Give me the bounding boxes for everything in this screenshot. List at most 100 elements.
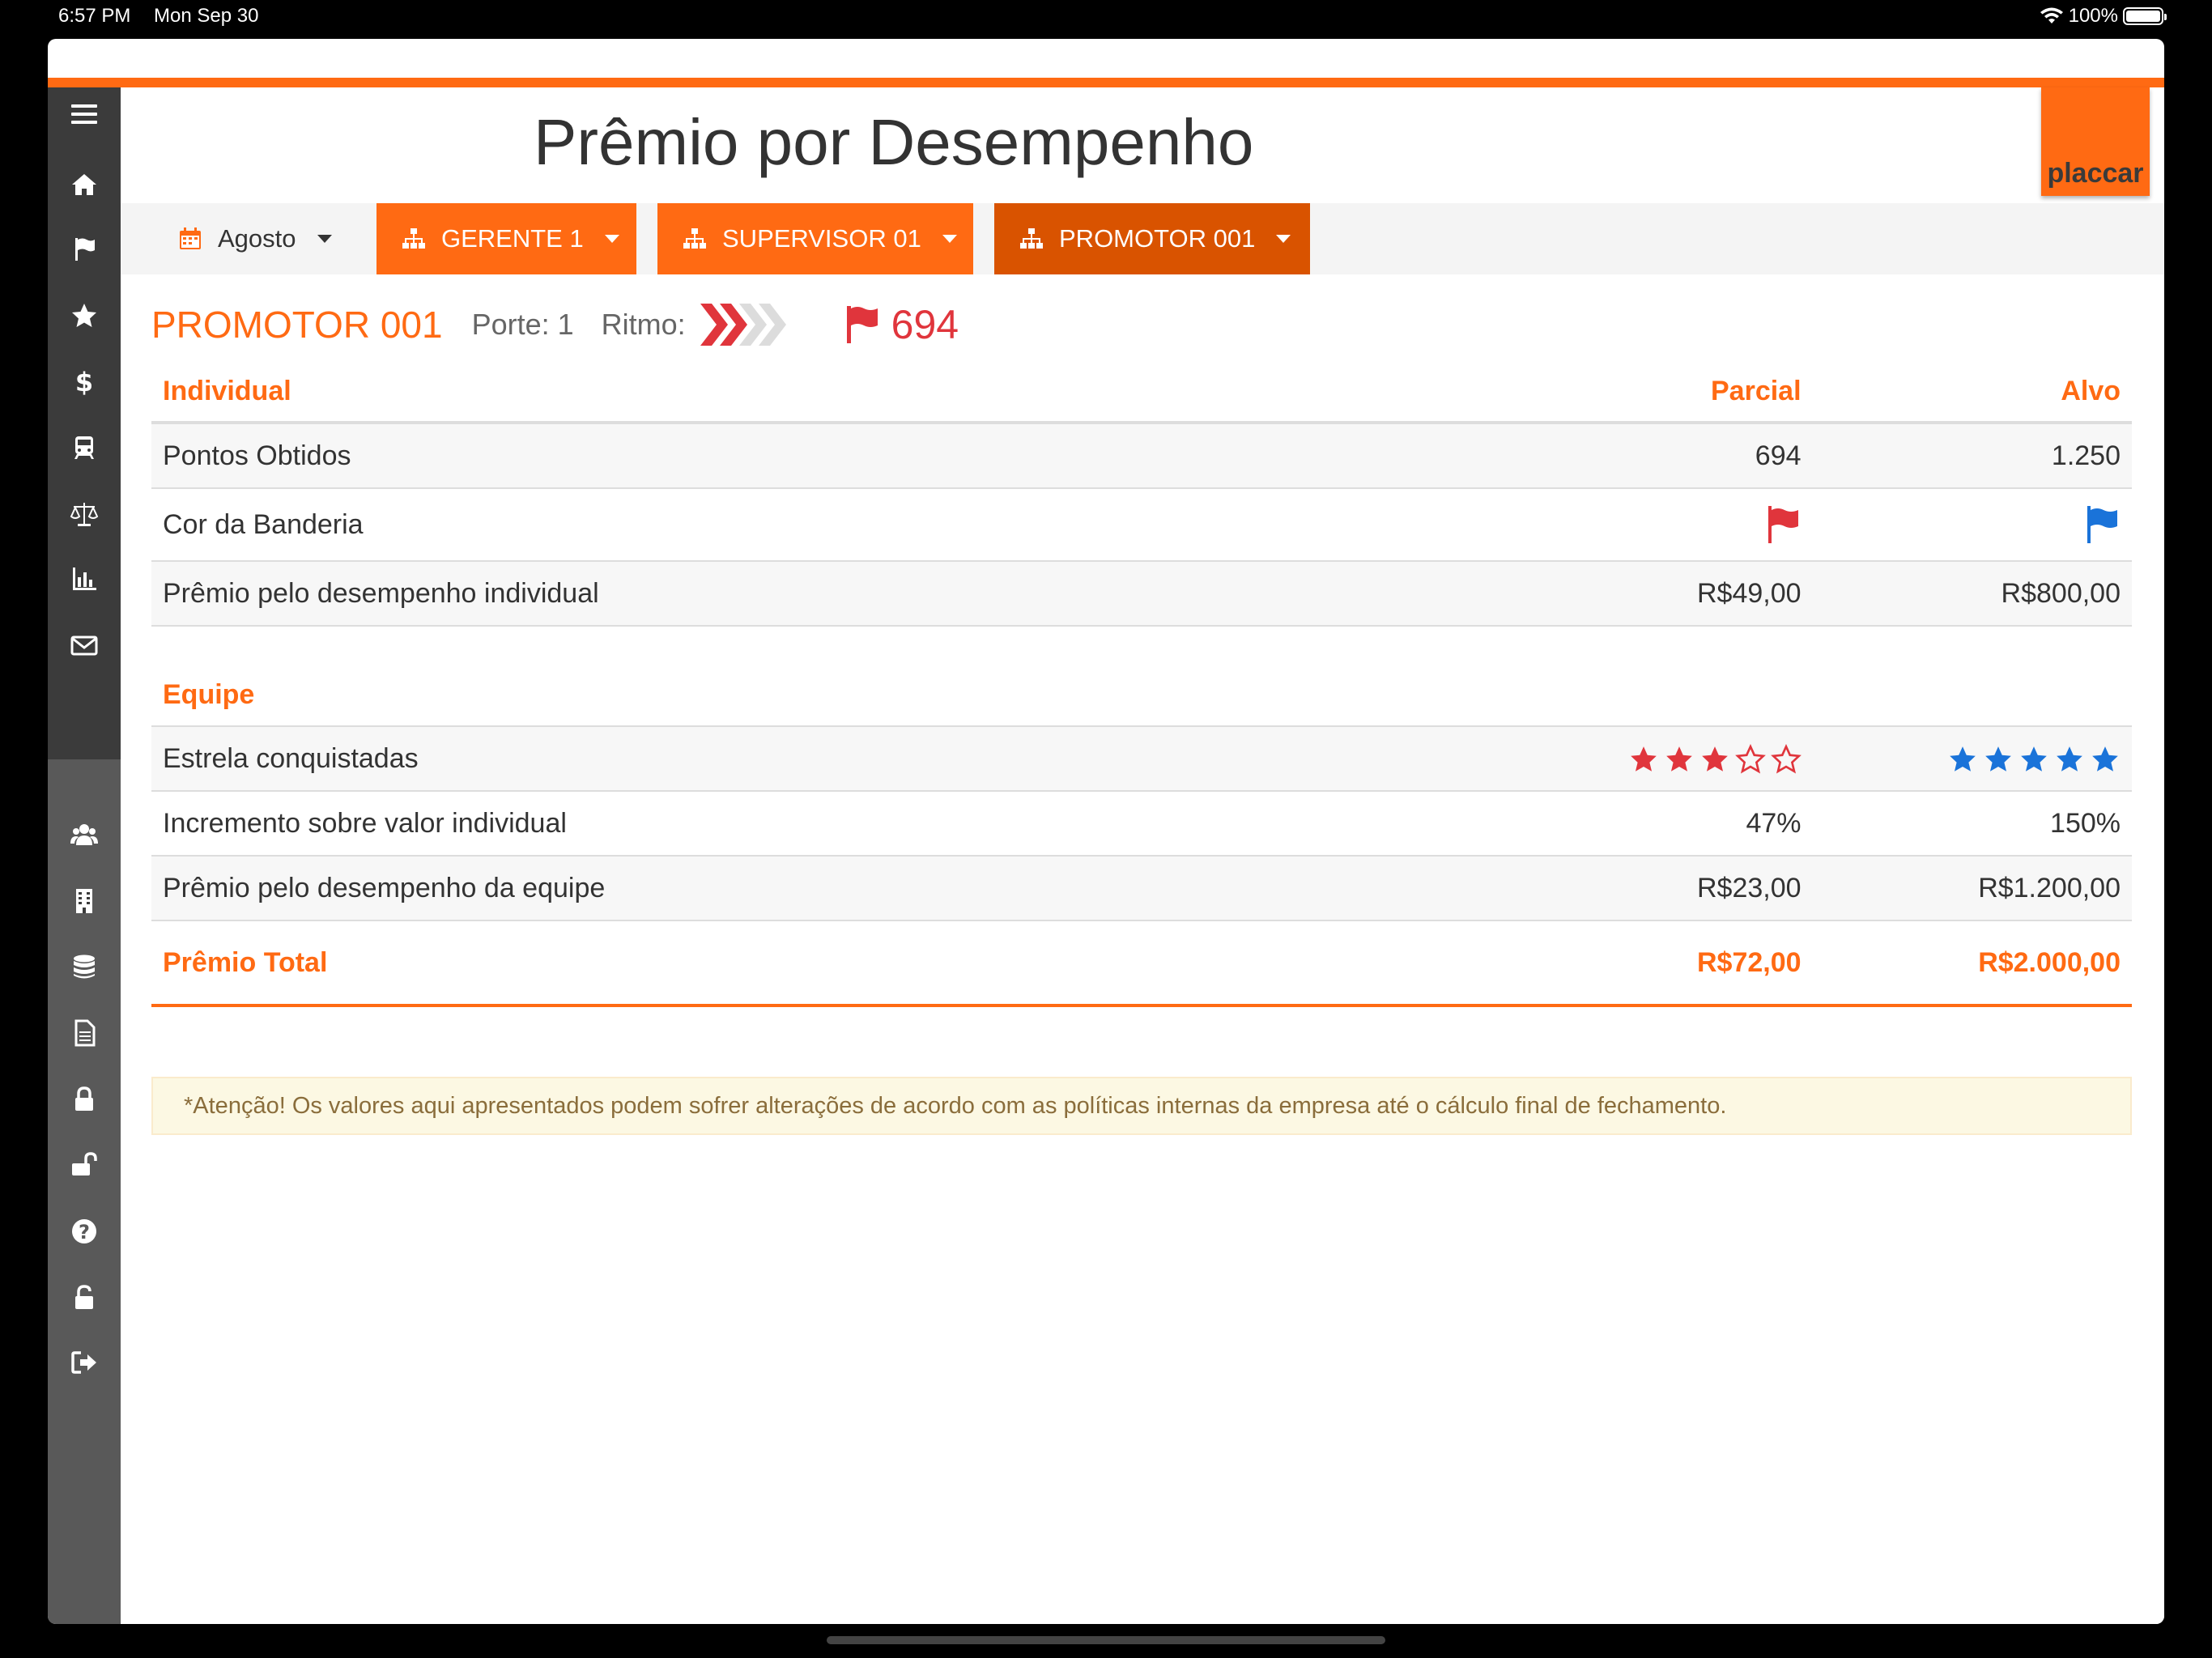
promoter-porte: Porte: 1 (471, 308, 574, 341)
row-label: Incremento sobre valor individual (151, 791, 1501, 857)
row-label: Cor da Banderia (151, 488, 1501, 562)
table-header-equipe: Equipe (151, 626, 2132, 727)
org-chart-icon (402, 228, 425, 249)
bar-chart-icon[interactable] (48, 555, 121, 603)
sidebar: $ ? (48, 87, 121, 1624)
table-total-row: Prêmio Total R$72,00 R$2.000,00 (151, 920, 2132, 1007)
filled-star-icon (2021, 746, 2047, 772)
table-row: Estrela conquistadas (151, 726, 2132, 792)
total-label: Prêmio Total (151, 920, 1501, 1007)
month-label: Agosto (218, 224, 296, 253)
row-alvo: R$800,00 (1812, 561, 2132, 627)
row-parcial: 694 (1500, 423, 1813, 489)
performance-table: Individual Parcial Alvo Pontos Obtidos 6… (151, 361, 2132, 1007)
row-parcial (1500, 488, 1813, 562)
row-alvo: 150% (1812, 791, 2132, 857)
table-row: Incremento sobre valor individual 47% 15… (151, 791, 2132, 857)
placcar-logo: placcar (2041, 87, 2150, 196)
table-header-individual: Individual Parcial Alvo (151, 361, 2132, 424)
row-parcial: R$23,00 (1500, 856, 1813, 921)
home-indicator[interactable] (827, 1636, 1385, 1644)
envelope-icon[interactable] (48, 621, 121, 670)
score-badge: 694 (844, 301, 959, 348)
promoter-dropdown[interactable]: PROMOTOR 001 (994, 203, 1310, 274)
star-icon[interactable] (48, 291, 121, 340)
status-bar: 6:57 PM Mon Sep 30 100% (0, 0, 2212, 36)
row-parcial: R$49,00 (1500, 561, 1813, 627)
score-value: 694 (891, 302, 959, 347)
help-icon[interactable]: ? (48, 1207, 121, 1256)
unlock-icon[interactable] (48, 1140, 121, 1188)
logo-text: placcar (2047, 158, 2144, 189)
balance-scale-icon[interactable] (48, 490, 121, 538)
table-row: Cor da Banderia (151, 488, 2132, 562)
filled-star-icon (2057, 746, 2082, 772)
chevron-down-icon (1276, 235, 1291, 243)
row-label: Prêmio pelo desempenho individual (151, 561, 1501, 627)
wifi-icon (2040, 7, 2063, 23)
alvo-stars (1947, 744, 2121, 775)
manager-dropdown[interactable]: GERENTE 1 (376, 203, 636, 274)
alvo-header: Alvo (1812, 361, 2132, 424)
document-icon[interactable] (48, 1009, 121, 1057)
sign-out-icon[interactable] (48, 1338, 121, 1387)
table-row: Pontos Obtidos 694 1.250 (151, 423, 2132, 489)
filled-star-icon (1630, 746, 1657, 772)
empty-star-icon (1770, 744, 1802, 774)
total-parcial: R$72,00 (1500, 920, 1813, 1007)
parcial-stars (1628, 744, 1802, 775)
ritmo-chevrons-icon (700, 304, 786, 346)
row-label: Pontos Obtidos (151, 423, 1501, 489)
users-icon[interactable] (48, 810, 121, 859)
building-icon[interactable] (48, 877, 121, 925)
svg-text:?: ? (79, 1221, 90, 1244)
calendar-icon (180, 227, 201, 249)
unlock-alt-icon[interactable] (48, 1273, 121, 1322)
promoter-name: PROMOTOR 001 (151, 304, 443, 346)
home-icon[interactable] (48, 160, 121, 209)
red-flag-icon (846, 306, 878, 343)
month-dropdown[interactable]: Agosto (121, 203, 345, 274)
main-content: Prêmio por Desempenho placcar Agosto GER… (121, 87, 2164, 1624)
filter-bar: Agosto GERENTE 1 SUPERVISOR 01 PROMOTOR … (121, 203, 2164, 274)
chevron-down-icon (942, 235, 957, 243)
filled-star-icon (1701, 746, 1728, 772)
row-alvo (1812, 726, 2132, 792)
filled-star-icon (1950, 746, 1976, 772)
app-window: $ ? Prêmio por Desempenho placcar Agosto… (48, 39, 2164, 1624)
status-date: Mon Sep 30 (154, 5, 259, 27)
dollar-icon[interactable]: $ (48, 357, 121, 406)
row-label: Estrela conquistadas (151, 726, 1501, 792)
individual-header: Individual (151, 361, 1501, 424)
promoter-summary: PROMOTOR 001 Porte: 1 Ritmo: 694 (151, 296, 959, 353)
battery-percent: 100% (2068, 5, 2118, 27)
database-icon[interactable] (48, 942, 121, 991)
supervisor-dropdown[interactable]: SUPERVISOR 01 (657, 203, 973, 274)
chevron-down-icon (604, 235, 619, 243)
total-alvo: R$2.000,00 (1812, 920, 2132, 1007)
org-chart-icon (683, 228, 706, 249)
row-parcial: 47% (1500, 791, 1813, 857)
row-alvo: R$1.200,00 (1812, 856, 2132, 921)
chevron-down-icon (317, 235, 332, 243)
flag-icon[interactable] (48, 225, 121, 274)
table-row: Prêmio pelo desempenho individual R$49,0… (151, 561, 2132, 627)
filled-star-icon (1665, 746, 1692, 772)
filled-star-icon (2092, 746, 2118, 772)
lock-icon[interactable] (48, 1075, 121, 1124)
equipe-header: Equipe (151, 626, 1501, 727)
accent-topbar (48, 78, 2164, 87)
svg-text:$: $ (75, 367, 93, 396)
status-time: 6:57 PM (58, 5, 131, 27)
page-title: Prêmio por Desempenho (534, 106, 1254, 178)
filled-star-icon (1985, 746, 2011, 772)
red-flag-icon (1767, 506, 1798, 543)
supervisor-label: SUPERVISOR 01 (722, 224, 921, 253)
battery-icon (2123, 7, 2167, 25)
promoter-ritmo-label: Ritmo: (601, 308, 686, 341)
manager-label: GERENTE 1 (441, 224, 584, 253)
status-right: 100% (2040, 5, 2167, 28)
row-alvo (1812, 488, 2132, 562)
train-icon[interactable] (48, 423, 121, 472)
hamburger-icon[interactable] (48, 90, 121, 138)
